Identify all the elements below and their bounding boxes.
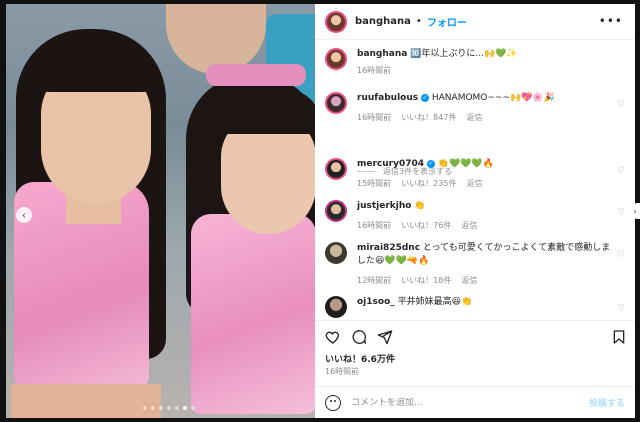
post-header: banghana • フォロー ••• (315, 4, 635, 40)
comment-text: 👏 (414, 201, 426, 211)
caption-body: banghana 🔟年以上ぶりに...🙌💚✨ 16時間前 (357, 48, 617, 77)
photo-child-right-top (191, 214, 315, 414)
comment-text: HANAMOMO~~~🙌💖🌸🎉 (431, 93, 555, 103)
carousel-dot (143, 406, 147, 410)
comment-body: mirai825dnc とっても可愛くてかっこよくて素敵で感動しました😆💚💚🔫🔥… (357, 242, 617, 287)
photo-child-left-waist (11, 384, 161, 418)
photo-child-right-hair-accessory (206, 64, 306, 86)
comment-username[interactable]: mercury0704 (357, 159, 424, 169)
avatar[interactable] (325, 200, 347, 222)
comment-likes[interactable]: いいね！18件 (401, 274, 451, 287)
comment-text: 👏💚💚💚🔥 (437, 159, 494, 169)
caption-username[interactable]: banghana (357, 49, 407, 59)
more-options-icon[interactable]: ••• (599, 14, 623, 28)
comment-meta: 16時間前 いいね！847件 返信 (357, 111, 617, 124)
post-actions-bar (315, 320, 635, 350)
comment-meta: 16時間前 いいね！76件 返信 (357, 219, 617, 232)
caption-text: 🔟年以上ぶりに...🙌💚✨ (410, 49, 518, 59)
reply-button[interactable]: 返信 (466, 111, 482, 124)
post-timestamp: 16時間前 (325, 367, 360, 376)
add-comment-bar: 投稿する (315, 386, 635, 418)
emoji-icon[interactable] (325, 394, 341, 411)
comments-list[interactable]: banghana 🔟年以上ぶりに...🙌💚✨ 16時間前 ruufabulous… (315, 40, 635, 318)
follow-button[interactable]: フォロー (427, 14, 467, 29)
carousel-indicator (143, 406, 195, 410)
comment-input[interactable] (351, 397, 571, 408)
carousel-dot (159, 406, 163, 410)
avatar[interactable] (325, 158, 347, 180)
carousel-dot (191, 406, 195, 410)
avatar[interactable] (325, 10, 347, 33)
comment-likes[interactable]: いいね！847件 (401, 111, 456, 124)
verified-badge-icon: ✓ (426, 160, 435, 168)
comment-meta: 12時間前 いいね！18件 返信 (357, 274, 617, 287)
reply-button[interactable]: 返信 (466, 177, 482, 190)
comment-username[interactable]: oj1soo_ (357, 297, 395, 307)
carousel-dot (167, 406, 171, 410)
comment-text: 平井姉妹最高😆👏 (397, 297, 473, 307)
photo-child-right-bangs (211, 89, 315, 134)
chevron-left-icon: ‹ (22, 209, 26, 221)
caption-time: 16時間前 (357, 66, 392, 75)
comment-bubble-icon[interactable] (351, 329, 367, 345)
previous-photo-button[interactable]: ‹ (16, 207, 32, 223)
comment-username[interactable]: mirai825dnc (357, 243, 420, 253)
avatar[interactable] (325, 48, 347, 70)
comment-likes[interactable]: いいね！235件 (401, 177, 456, 190)
reply-button[interactable]: 返信 (461, 274, 477, 287)
comment-time: 16時間前 (357, 221, 392, 230)
bookmark-icon[interactable] (611, 329, 627, 345)
comment-meta: 15時間前 いいね！235件 返信 (357, 177, 617, 190)
like-heart-icon[interactable] (325, 329, 341, 345)
comment-time: 15時間前 (357, 179, 392, 188)
like-comment-icon[interactable]: ♡ (617, 166, 625, 176)
avatar[interactable] (325, 296, 347, 318)
comment-likes[interactable]: いいね！76件 (401, 219, 451, 232)
post-likes-count[interactable]: いいね！6.6万件 (325, 352, 395, 365)
comment-body: oj1soo_ 平井姉妹最高😆👏 (357, 296, 617, 309)
like-comment-icon[interactable]: ♡ (617, 250, 625, 260)
caption-meta: 16時間前 (357, 64, 617, 77)
carousel-dot (183, 406, 187, 410)
next-post-button[interactable]: › (630, 203, 640, 219)
post-comment-button[interactable]: 投稿する (589, 396, 625, 409)
comment-body: mercury0704 ✓ 👏💚💚💚🔥 15時間前 いいね！235件 返信 (357, 158, 617, 190)
comment-username[interactable]: justjerkjho (357, 201, 411, 211)
comment-body: justjerkjho 👏 16時間前 いいね！76件 返信 (357, 200, 617, 232)
carousel-dot (175, 406, 179, 410)
like-comment-icon[interactable]: ♡ (617, 100, 625, 110)
verified-badge-icon: ✓ (421, 94, 429, 102)
chevron-right-icon: › (633, 206, 637, 216)
like-comment-icon[interactable]: ♡ (617, 304, 625, 314)
photo-child-left-bangs (36, 42, 156, 92)
header-separator: • (415, 16, 422, 27)
avatar[interactable] (325, 92, 347, 114)
avatar[interactable] (325, 242, 347, 264)
comment-username[interactable]: ruufabulous (357, 93, 418, 103)
comment-time: 12時間前 (357, 276, 392, 285)
comment-body: ruufabulous ✓ HANAMOMO~~~🙌💖🌸🎉 16時間前 いいね！… (357, 92, 617, 124)
like-comment-icon[interactable]: ♡ (617, 208, 625, 218)
instagram-post-modal: ‹ banghana • フォロー ••• banghana 🔟年以上ぶりに..… (0, 0, 640, 422)
comment-time: 16時間前 (357, 113, 392, 122)
post-side-panel: banghana • フォロー ••• banghana 🔟年以上ぶりに...🙌… (315, 4, 635, 418)
post-author-username[interactable]: banghana (355, 16, 411, 27)
share-send-icon[interactable] (377, 329, 393, 345)
carousel-dot (151, 406, 155, 410)
reply-button[interactable]: 返信 (461, 219, 477, 232)
post-photo[interactable]: ‹ (6, 4, 315, 418)
